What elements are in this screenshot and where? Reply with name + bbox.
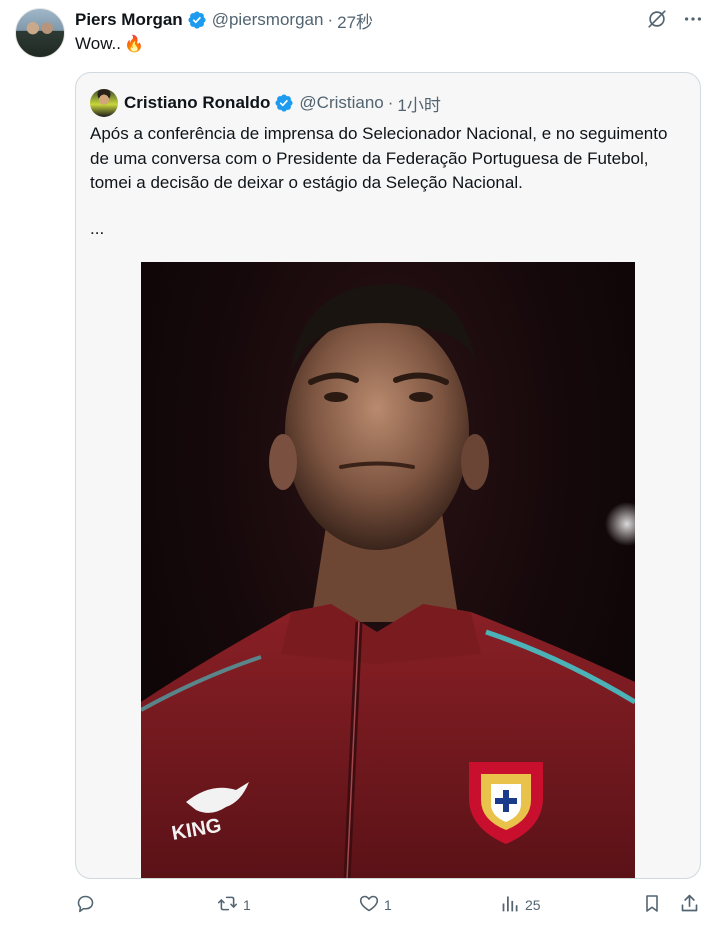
bookmark-button[interactable] <box>642 890 662 920</box>
quoted-separator-dot: · <box>387 93 394 112</box>
author-handle[interactable]: @piersmorgan <box>212 10 324 30</box>
tweet-timestamp[interactable]: 27秒 <box>337 8 373 33</box>
author-avatar[interactable] <box>15 8 65 58</box>
verified-badge-icon[interactable] <box>187 10 207 30</box>
fire-emoji-icon: 🔥 <box>123 36 144 53</box>
grok-icon[interactable] <box>644 6 670 32</box>
retweet-icon <box>216 893 239 917</box>
quoted-photo[interactable]: KING <box>141 262 635 878</box>
separator-dot: · <box>327 10 334 29</box>
like-count: 1 <box>384 897 392 913</box>
tweet[interactable]: Piers Morgan @piersmorgan · 27秒 Wow.. 🔥 C… <box>0 0 720 932</box>
quoted-header: Cristiano Ronaldo @Cristiano · 1小时 <box>90 89 441 117</box>
tweet-text: Wow.. 🔥 <box>75 34 144 54</box>
views-button[interactable]: 25 <box>500 890 541 920</box>
reply-button[interactable] <box>75 890 100 920</box>
views-count: 25 <box>525 897 541 913</box>
quoted-author-name[interactable]: Cristiano Ronaldo <box>124 93 270 113</box>
quoted-text-more: ... <box>90 219 105 238</box>
header-actions <box>644 6 706 32</box>
more-options-icon[interactable] <box>680 6 706 32</box>
quoted-timestamp[interactable]: 1小时 <box>397 91 440 116</box>
quoted-text: Após a conferência de imprensa do Seleci… <box>90 124 668 192</box>
reply-icon <box>75 893 96 917</box>
quoted-tweet[interactable]: Cristiano Ronaldo @Cristiano · 1小时 Após … <box>75 72 701 879</box>
quoted-author-handle[interactable]: @Cristiano <box>299 93 383 113</box>
share-icon <box>679 893 700 917</box>
bookmark-icon <box>642 893 662 917</box>
quoted-author-avatar[interactable] <box>90 89 118 117</box>
action-bar: 1 1 25 <box>0 890 720 920</box>
head <box>285 314 469 550</box>
like-button[interactable]: 1 <box>358 890 392 920</box>
retweet-count: 1 <box>243 897 251 913</box>
heart-icon <box>358 893 380 917</box>
author-name[interactable]: Piers Morgan <box>75 10 183 30</box>
stage-light <box>605 502 635 546</box>
tweet-text-body: Wow.. <box>75 34 121 53</box>
tweet-header: Piers Morgan @piersmorgan · 27秒 <box>75 8 373 33</box>
retweet-button[interactable]: 1 <box>216 890 251 920</box>
share-button[interactable] <box>679 890 700 920</box>
quoted-verified-badge-icon[interactable] <box>274 93 294 113</box>
views-chart-icon <box>500 893 521 917</box>
